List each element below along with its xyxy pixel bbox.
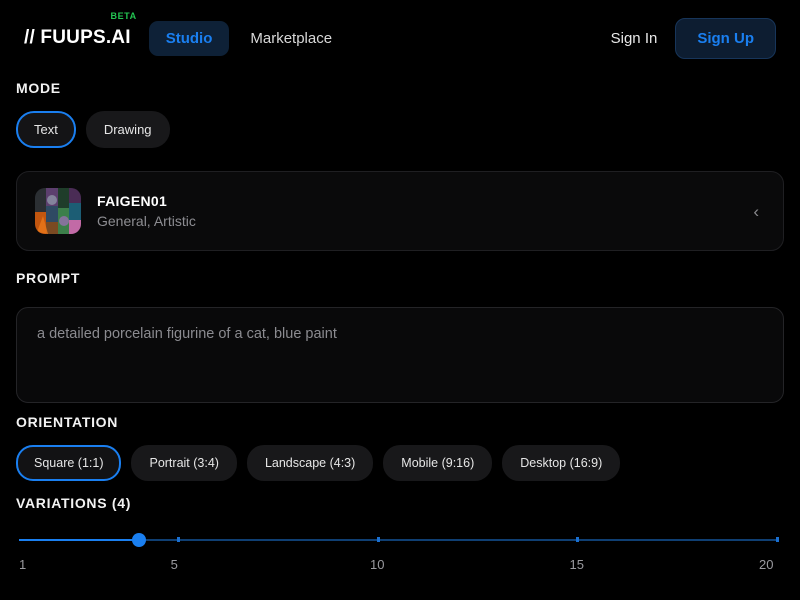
model-info: FAIGEN01 General, Artistic — [97, 193, 196, 229]
sign-in-link[interactable]: Sign In — [611, 30, 658, 47]
model-tags: General, Artistic — [97, 213, 196, 229]
orientation-option-landscape[interactable]: Landscape (4:3) — [246, 445, 374, 481]
studio-page: // FUUPS.AI BETA Studio Marketplace Sign… — [0, 0, 800, 600]
slider-scale-label: 15 — [569, 557, 584, 572]
sign-up-button[interactable]: Sign Up — [675, 17, 776, 59]
variations-slider[interactable] — [19, 530, 779, 550]
orientation-option-portrait[interactable]: Portrait (3:4) — [131, 445, 237, 481]
orientation-option-square[interactable]: Square (1:1) — [16, 445, 122, 481]
model-selector-card[interactable]: FAIGEN01 General, Artistic ‹ — [16, 171, 784, 251]
auth-actions: Sign In Sign Up — [611, 17, 776, 59]
nav-item-marketplace[interactable]: Marketplace — [233, 21, 349, 56]
mode-options: Text Drawing — [16, 111, 170, 148]
slider-scale-label: 5 — [170, 557, 178, 572]
slider-thumb[interactable] — [131, 533, 146, 547]
slider-scale-label: 20 — [759, 557, 774, 572]
slider-tick — [775, 537, 779, 542]
slider-scale-label: 10 — [370, 557, 385, 572]
variations-section-label: VARIATIONS (4) — [16, 495, 132, 511]
prompt-input[interactable]: a detailed porcelain figurine of a cat, … — [16, 307, 784, 403]
chevron-left-icon[interactable]: ‹ — [747, 199, 765, 224]
brand-name: // FUUPS.AI — [24, 27, 131, 48]
slider-scale-label: 1 — [19, 557, 27, 572]
orientation-option-desktop[interactable]: Desktop (16:9) — [502, 445, 621, 481]
prompt-section-label: PROMPT — [16, 270, 81, 286]
main-nav: Studio Marketplace — [148, 20, 349, 56]
slider-scale: 1 5 10 15 20 — [19, 557, 777, 577]
mode-option-text[interactable]: Text — [16, 111, 76, 148]
mode-option-drawing[interactable]: Drawing — [85, 111, 170, 148]
orientation-section-label: ORIENTATION — [16, 414, 119, 430]
mode-section-label: MODE — [16, 80, 61, 96]
slider-fill — [19, 539, 139, 541]
slider-tick — [177, 537, 181, 542]
slider-tick — [576, 537, 580, 542]
model-collage-thumbnail — [35, 188, 81, 234]
brand-logo[interactable]: // FUUPS.AI BETA — [24, 11, 136, 49]
orientation-options: Square (1:1) Portrait (3:4) Landscape (4… — [16, 445, 621, 481]
model-name: FAIGEN01 — [97, 193, 168, 209]
beta-badge: BETA — [110, 11, 137, 21]
app-header: // FUUPS.AI BETA Studio Marketplace Sign… — [0, 0, 800, 76]
prompt-placeholder-text: a detailed porcelain figurine of a cat, … — [37, 326, 337, 342]
slider-tick — [376, 537, 380, 542]
nav-item-studio[interactable]: Studio — [148, 20, 230, 56]
orientation-option-mobile[interactable]: Mobile (9:16) — [383, 445, 493, 481]
